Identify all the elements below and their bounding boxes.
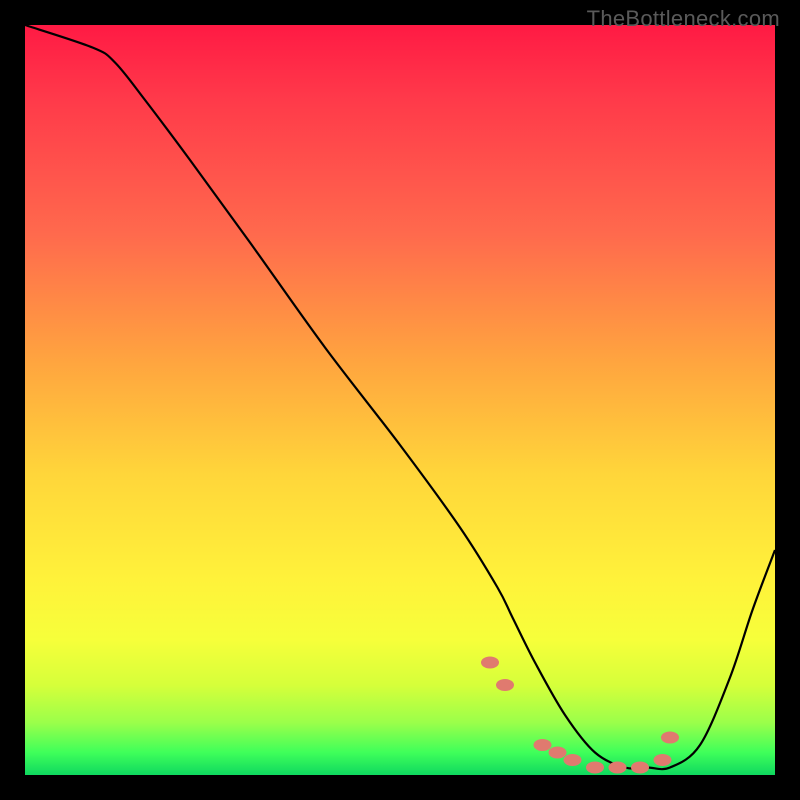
highlight-bead	[661, 732, 679, 744]
highlight-bead	[654, 754, 672, 766]
highlight-bead	[481, 657, 499, 669]
highlight-bead	[609, 762, 627, 774]
highlight-bead	[631, 762, 649, 774]
highlight-bead	[549, 747, 567, 759]
highlight-bead	[586, 762, 604, 774]
highlight-bead	[534, 739, 552, 751]
highlight-bead	[564, 754, 582, 766]
chart-container: TheBottleneck.com	[0, 0, 800, 800]
curve-svg	[25, 25, 775, 775]
highlight-bead	[496, 679, 514, 691]
bottleneck-curve	[25, 25, 775, 769]
plot-area	[25, 25, 775, 775]
highlight-beads	[481, 657, 679, 774]
watermark-text: TheBottleneck.com	[587, 6, 780, 32]
